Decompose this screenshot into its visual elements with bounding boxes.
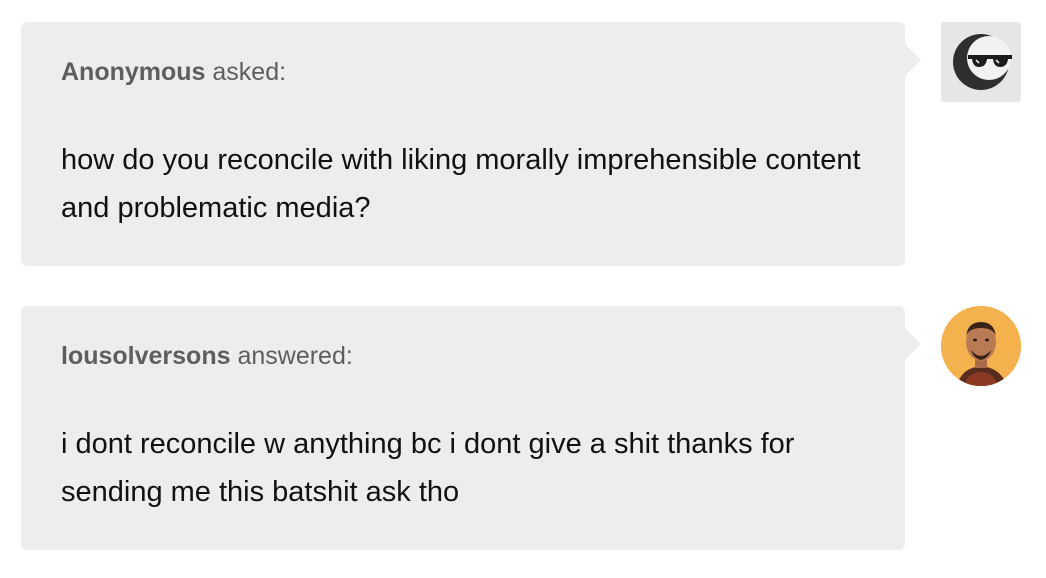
ask-author[interactable]: Anonymous [61,58,205,86]
ask-bubble: Anonymous asked: how do you reconcile wi… [21,22,921,266]
answer-bubble: lousolversons answered: i dont reconcile… [21,306,921,550]
user-avatar[interactable] [941,306,1021,386]
anonymous-sunglasses-icon [953,34,1012,90]
answer-verb: answered: [237,342,353,370]
answer-author[interactable]: lousolversons [61,342,231,370]
answer-text: i dont reconcile w anything bc i dont gi… [61,428,795,508]
user-photo [941,306,1021,386]
ask-text: how do you reconcile with liking morally… [61,144,861,224]
answer-meta: lousolversons answered: [61,342,353,371]
ask-verb: asked: [212,58,287,86]
ask-meta: Anonymous asked: [61,58,286,87]
anonymous-avatar [941,22,1021,102]
